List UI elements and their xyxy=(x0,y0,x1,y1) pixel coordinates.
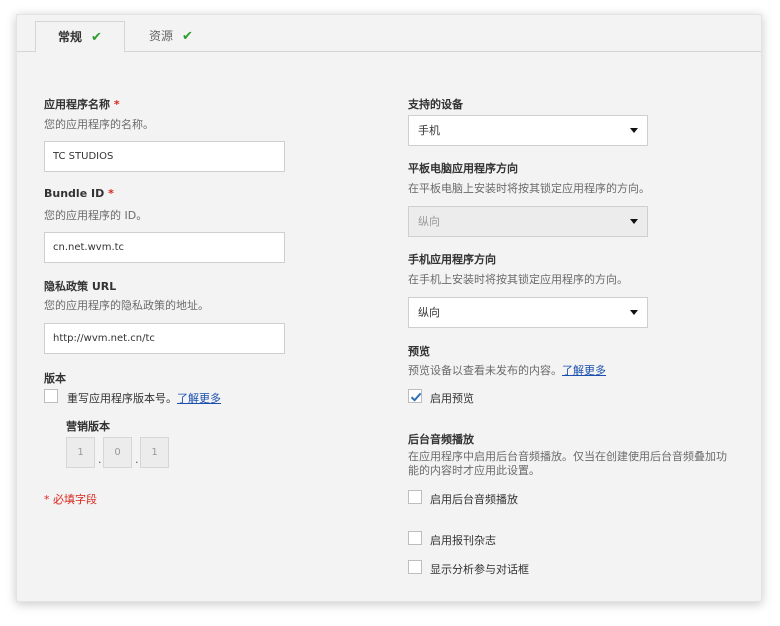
version-minor-field: 0 xyxy=(103,437,132,468)
checkmark-icon xyxy=(410,392,422,402)
learn-more-link[interactable]: 了解更多 xyxy=(177,392,221,405)
caret-down-icon xyxy=(630,219,638,224)
tab-resources[interactable]: 资源 ✔ xyxy=(127,21,217,53)
override-version-label: 重写应用程序版本号。了解更多 xyxy=(67,390,221,406)
background-audio-label: 后台音频播放 xyxy=(408,433,474,446)
devices-select-value: 手机 xyxy=(418,124,440,137)
privacy-url-label: 隐私政策 URL xyxy=(44,280,117,293)
enable-preview-checkbox[interactable] xyxy=(408,389,422,403)
app-name-desc: 您的应用程序的名称。 xyxy=(44,118,154,131)
tab-resources-label: 资源 xyxy=(149,29,174,43)
tab-bar: 常规 ✔ 资源 ✔ xyxy=(17,15,761,53)
analytics-dialog-label: 显示分析参与对话框 xyxy=(430,563,529,576)
phone-orientation-value: 纵向 xyxy=(418,306,440,319)
tablet-orientation-value: 纵向 xyxy=(418,215,440,228)
background-audio-desc: 在应用程序中启用后台音频播放。仅当在创建使用后台音频叠加功能的内容时才应用此设置… xyxy=(408,450,727,477)
tablet-orientation-desc: 在平板电脑上安装时将按其锁定应用程序的方向。 xyxy=(408,182,650,195)
privacy-url-input[interactable] xyxy=(44,323,285,354)
bundle-id-label: Bundle ID * xyxy=(44,187,114,200)
preview-desc: 预览设备以查看未发布的内容。了解更多 xyxy=(408,362,606,378)
devices-label: 支持的设备 xyxy=(408,98,463,111)
enable-preview-label: 启用预览 xyxy=(430,392,474,405)
preview-desc-text: 预览设备以查看未发布的内容。 xyxy=(408,364,562,377)
override-version-text: 重写应用程序版本号。 xyxy=(67,392,177,405)
phone-orientation-select[interactable]: 纵向 xyxy=(408,297,648,328)
version-separator: . xyxy=(98,453,102,466)
tablet-orientation-label: 平板电脑应用程序方向 xyxy=(408,162,518,175)
marketing-version-label: 营销版本 xyxy=(66,420,110,433)
caret-down-icon xyxy=(630,310,638,315)
version-patch-field: 1 xyxy=(140,437,169,468)
check-icon: ✔ xyxy=(182,29,193,44)
required-marker: * xyxy=(108,187,114,200)
bundle-id-label-text: Bundle ID xyxy=(44,187,105,200)
privacy-url-desc: 您的应用程序的隐私政策的地址。 xyxy=(44,299,209,312)
enable-background-audio-checkbox[interactable] xyxy=(408,490,422,504)
devices-select[interactable]: 手机 xyxy=(408,115,648,146)
check-icon: ✔ xyxy=(91,30,102,45)
bundle-id-desc: 您的应用程序的 ID。 xyxy=(44,209,148,222)
override-version-checkbox[interactable] xyxy=(44,389,58,403)
app-name-label-text: 应用程序名称 xyxy=(44,98,110,111)
caret-down-icon xyxy=(630,128,638,133)
phone-orientation-label: 手机应用程序方向 xyxy=(408,253,496,266)
enable-newsstand-checkbox[interactable] xyxy=(408,531,422,545)
phone-orientation-desc: 在手机上安装时将按其锁定应用程序的方向。 xyxy=(408,273,628,286)
settings-panel: 常规 ✔ 资源 ✔ 应用程序名称 * 您的应用程序的名称。 Bundle ID * … xyxy=(16,14,762,602)
tab-general-label: 常规 xyxy=(58,30,83,44)
version-separator: . xyxy=(135,453,139,466)
preview-label: 预览 xyxy=(408,345,430,358)
required-marker: * xyxy=(113,98,120,111)
required-fields-note: * 必填字段 xyxy=(44,493,97,506)
app-name-label: 应用程序名称 * xyxy=(44,96,120,112)
tab-general[interactable]: 常规 ✔ xyxy=(35,21,125,53)
version-major-field: 1 xyxy=(66,437,95,468)
bundle-id-input[interactable] xyxy=(44,232,285,263)
learn-more-link[interactable]: 了解更多 xyxy=(562,364,606,377)
version-label: 版本 xyxy=(44,372,66,385)
tablet-orientation-select: 纵向 xyxy=(408,206,648,237)
enable-background-audio-label: 启用后台音频播放 xyxy=(430,493,518,506)
enable-newsstand-label: 启用报刊杂志 xyxy=(430,534,496,547)
app-name-input[interactable] xyxy=(44,141,285,172)
analytics-dialog-checkbox[interactable] xyxy=(408,560,422,574)
